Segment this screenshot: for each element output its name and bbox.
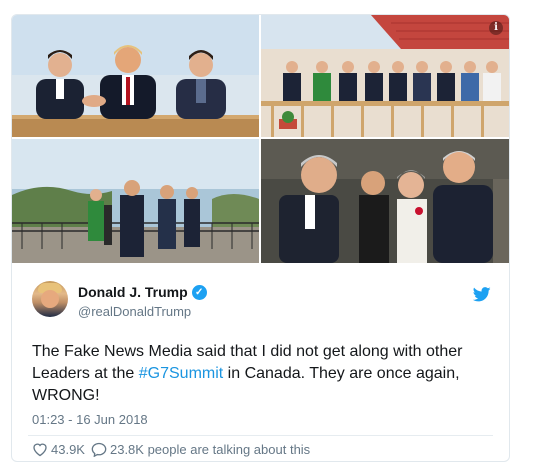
photo-indoor-group[interactable] [261,139,509,263]
tweet-body: Donald J. Trump ✓ @realDonaldTrump The F… [12,265,509,461]
photo-balcony-group[interactable]: i [261,15,509,137]
twitter-bird-icon[interactable] [472,287,491,307]
display-name-row[interactable]: Donald J. Trump ✓ [78,284,207,300]
speech-bubble-icon [91,442,107,457]
like-button[interactable]: 43.9K [32,442,85,457]
verified-badge-icon: ✓ [191,284,207,300]
hashtag-link[interactable]: #G7Summit [139,365,223,382]
info-icon[interactable]: i [489,21,503,35]
heart-icon [33,443,47,457]
tweet-actions: 43.9K 23.8K people are talking about thi… [32,442,310,457]
tweet-card[interactable]: i Donald J. Trump ✓ @realDonaldTrump The… [11,14,510,462]
photo-leaders-handshake[interactable] [12,15,259,137]
divider [28,435,493,436]
conversation-button[interactable]: 23.8K people are talking about this [91,442,310,457]
user-handle[interactable]: @realDonaldTrump [78,304,191,319]
timestamp[interactable]: 01:23 - 16 Jun 2018 [32,412,148,427]
like-count: 43.9K [51,442,85,457]
tweet-text: The Fake News Media said that I did not … [32,341,492,407]
talking-count: 23.8K people are talking about this [109,442,311,457]
avatar[interactable] [32,281,68,317]
display-name[interactable]: Donald J. Trump [78,284,188,300]
photo-deck-walk[interactable] [12,139,259,263]
